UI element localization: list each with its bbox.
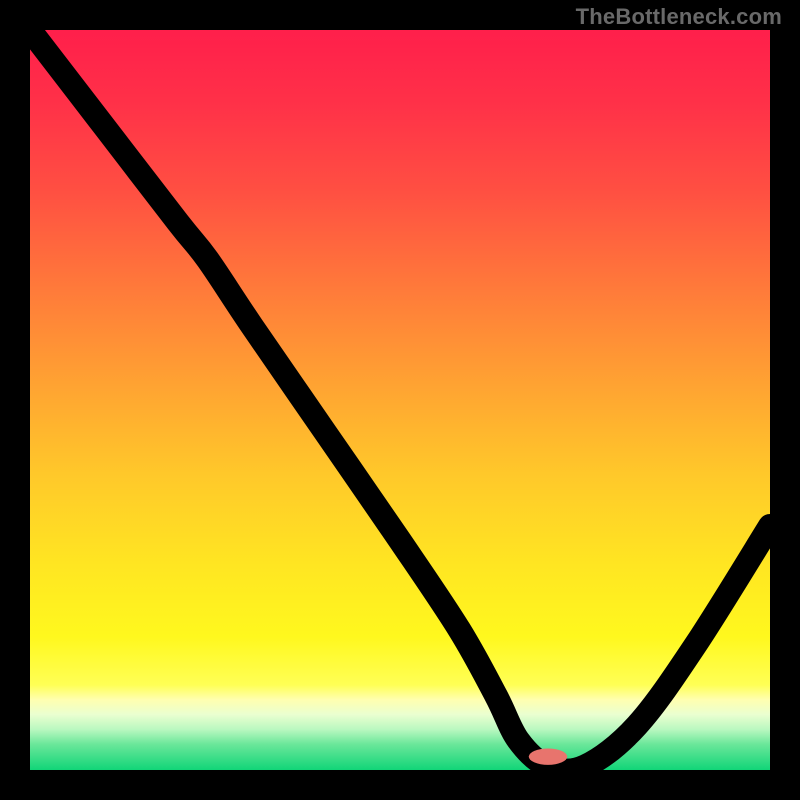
- gradient-background: [30, 30, 770, 770]
- optimal-marker: [529, 749, 567, 765]
- chart-frame: TheBottleneck.com: [0, 0, 800, 800]
- chart-canvas: [30, 30, 770, 770]
- watermark-text: TheBottleneck.com: [576, 4, 782, 30]
